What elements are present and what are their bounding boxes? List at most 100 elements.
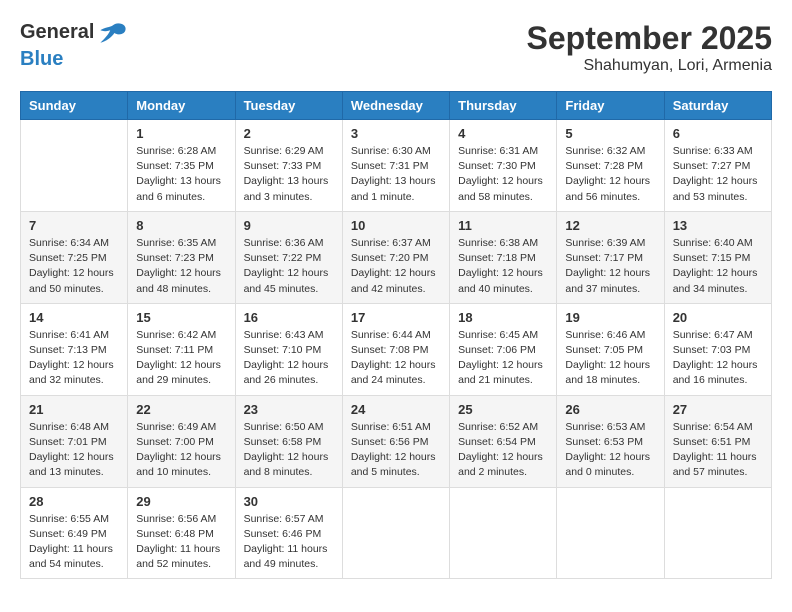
- day-number: 8: [136, 218, 226, 233]
- day-info: Sunrise: 6:41 AMSunset: 7:13 PMDaylight:…: [29, 328, 119, 389]
- day-number: 19: [565, 310, 655, 325]
- calendar-cell: 22Sunrise: 6:49 AMSunset: 7:00 PMDayligh…: [128, 395, 235, 487]
- calendar-cell: 29 Sunrise: 6:56 AMSunset: 6:48 PMDayligh…: [128, 487, 235, 579]
- day-number: 24: [351, 402, 441, 417]
- day-info: Sunrise: 6:37 AMSunset: 7:20 PMDaylight:…: [351, 236, 441, 297]
- day-info: Sunrise: 6:51 AMSunset: 6:56 PMDaylight:…: [351, 420, 441, 481]
- logo: General Blue: [20, 20, 127, 70]
- calendar-cell: 20 Sunrise: 6:47 AMSunset: 7:03 PMDayligh…: [664, 303, 771, 395]
- calendar-week-row: 1 Sunrise: 6:28 AMSunset: 7:35 PMDaylight…: [21, 120, 772, 212]
- day-info: Sunrise: 6:43 AMSunset: 7:10 PMDaylight:…: [244, 328, 334, 389]
- calendar-cell: 7 Sunrise: 6:34 AMSunset: 7:25 PMDaylight…: [21, 211, 128, 303]
- calendar-cell: 27Sunrise: 6:54 AMSunset: 6:51 PMDayligh…: [664, 395, 771, 487]
- day-number: 25: [458, 402, 548, 417]
- day-info: Sunrise: 6:36 AMSunset: 7:22 PMDaylight:…: [244, 236, 334, 297]
- day-number: 14: [29, 310, 119, 325]
- day-number: 26: [565, 402, 655, 417]
- calendar-cell: [664, 487, 771, 579]
- day-number: 2: [244, 126, 334, 141]
- calendar-cell: 2 Sunrise: 6:29 AMSunset: 7:33 PMDaylight…: [235, 120, 342, 212]
- day-info: Sunrise: 6:39 AMSunset: 7:17 PMDaylight:…: [565, 236, 655, 297]
- day-info: Sunrise: 6:56 AMSunset: 6:48 PMDaylight:…: [136, 512, 226, 573]
- calendar-cell: 5 Sunrise: 6:32 AMSunset: 7:28 PMDaylight…: [557, 120, 664, 212]
- day-number: 1: [136, 126, 226, 141]
- day-info: Sunrise: 6:28 AMSunset: 7:35 PMDaylight:…: [136, 144, 226, 205]
- day-info: Sunrise: 6:35 AMSunset: 7:23 PMDaylight:…: [136, 236, 226, 297]
- day-number: 4: [458, 126, 548, 141]
- calendar-cell: 6 Sunrise: 6:33 AMSunset: 7:27 PMDaylight…: [664, 120, 771, 212]
- calendar-cell: 30 Sunrise: 6:57 AMSunset: 6:46 PMDayligh…: [235, 487, 342, 579]
- day-info: Sunrise: 6:57 AMSunset: 6:46 PMDaylight:…: [244, 512, 334, 573]
- calendar-week-row: 28 Sunrise: 6:55 AMSunset: 6:49 PMDayligh…: [21, 487, 772, 579]
- day-number: 7: [29, 218, 119, 233]
- day-info: Sunrise: 6:33 AMSunset: 7:27 PMDaylight:…: [673, 144, 763, 205]
- day-info: Sunrise: 6:32 AMSunset: 7:28 PMDaylight:…: [565, 144, 655, 205]
- calendar-cell: [21, 120, 128, 212]
- calendar-cell: 8 Sunrise: 6:35 AMSunset: 7:23 PMDaylight…: [128, 211, 235, 303]
- calendar-cell: 14 Sunrise: 6:41 AMSunset: 7:13 PMDayligh…: [21, 303, 128, 395]
- day-info: Sunrise: 6:45 AMSunset: 7:06 PMDaylight:…: [458, 328, 548, 389]
- calendar-cell: 1 Sunrise: 6:28 AMSunset: 7:35 PMDaylight…: [128, 120, 235, 212]
- day-info: Sunrise: 6:38 AMSunset: 7:18 PMDaylight:…: [458, 236, 548, 297]
- day-info: Sunrise: 6:48 AMSunset: 7:01 PMDaylight:…: [29, 420, 119, 481]
- day-number: 3: [351, 126, 441, 141]
- day-number: 15: [136, 310, 226, 325]
- calendar-header-row: SundayMondayTuesdayWednesdayThursdayFrid…: [21, 92, 772, 120]
- month-title: September 2025: [527, 20, 772, 57]
- day-number: 12: [565, 218, 655, 233]
- calendar-cell: 9 Sunrise: 6:36 AMSunset: 7:22 PMDaylight…: [235, 211, 342, 303]
- day-info: Sunrise: 6:55 AMSunset: 6:49 PMDaylight:…: [29, 512, 119, 573]
- calendar-week-row: 14 Sunrise: 6:41 AMSunset: 7:13 PMDayligh…: [21, 303, 772, 395]
- calendar-cell: 15 Sunrise: 6:42 AMSunset: 7:11 PMDayligh…: [128, 303, 235, 395]
- logo-text: General Blue: [20, 20, 127, 70]
- day-info: Sunrise: 6:31 AMSunset: 7:30 PMDaylight:…: [458, 144, 548, 205]
- day-info: Sunrise: 6:53 AMSunset: 6:53 PMDaylight:…: [565, 420, 655, 481]
- logo-bird-icon: [99, 20, 127, 48]
- day-info: Sunrise: 6:50 AMSunset: 6:58 PMDaylight:…: [244, 420, 334, 481]
- day-info: Sunrise: 6:40 AMSunset: 7:15 PMDaylight:…: [673, 236, 763, 297]
- calendar-cell: 17 Sunrise: 6:44 AMSunset: 7:08 PMDayligh…: [342, 303, 449, 395]
- logo-blue-text: Blue: [20, 48, 127, 70]
- calendar-cell: 16 Sunrise: 6:43 AMSunset: 7:10 PMDayligh…: [235, 303, 342, 395]
- calendar-cell: 28 Sunrise: 6:55 AMSunset: 6:49 PMDayligh…: [21, 487, 128, 579]
- day-number: 30: [244, 494, 334, 509]
- day-header-saturday: Saturday: [664, 92, 771, 120]
- calendar-cell: 21Sunrise: 6:48 AMSunset: 7:01 PMDayligh…: [21, 395, 128, 487]
- day-number: 6: [673, 126, 763, 141]
- calendar-cell: 3 Sunrise: 6:30 AMSunset: 7:31 PMDaylight…: [342, 120, 449, 212]
- calendar-cell: [342, 487, 449, 579]
- calendar-week-row: 7 Sunrise: 6:34 AMSunset: 7:25 PMDaylight…: [21, 211, 772, 303]
- day-info: Sunrise: 6:34 AMSunset: 7:25 PMDaylight:…: [29, 236, 119, 297]
- day-header-monday: Monday: [128, 92, 235, 120]
- day-number: 18: [458, 310, 548, 325]
- day-number: 29: [136, 494, 226, 509]
- day-info: Sunrise: 6:42 AMSunset: 7:11 PMDaylight:…: [136, 328, 226, 389]
- day-info: Sunrise: 6:47 AMSunset: 7:03 PMDaylight:…: [673, 328, 763, 389]
- calendar-cell: 25Sunrise: 6:52 AMSunset: 6:54 PMDayligh…: [450, 395, 557, 487]
- day-number: 16: [244, 310, 334, 325]
- day-info: Sunrise: 6:44 AMSunset: 7:08 PMDaylight:…: [351, 328, 441, 389]
- logo-general-text: General: [20, 20, 127, 48]
- calendar-cell: 26 Sunrise: 6:53 AMSunset: 6:53 PMDayligh…: [557, 395, 664, 487]
- day-header-thursday: Thursday: [450, 92, 557, 120]
- day-header-wednesday: Wednesday: [342, 92, 449, 120]
- day-info: Sunrise: 6:29 AMSunset: 7:33 PMDaylight:…: [244, 144, 334, 205]
- day-number: 20: [673, 310, 763, 325]
- day-info: Sunrise: 6:30 AMSunset: 7:31 PMDaylight:…: [351, 144, 441, 205]
- day-header-tuesday: Tuesday: [235, 92, 342, 120]
- calendar-cell: 10Sunrise: 6:37 AMSunset: 7:20 PMDayligh…: [342, 211, 449, 303]
- calendar-cell: 13Sunrise: 6:40 AMSunset: 7:15 PMDayligh…: [664, 211, 771, 303]
- title-area: September 2025 Shahumyan, Lori, Armenia: [527, 20, 772, 75]
- calendar-week-row: 21Sunrise: 6:48 AMSunset: 7:01 PMDayligh…: [21, 395, 772, 487]
- location-title: Shahumyan, Lori, Armenia: [527, 57, 772, 75]
- calendar-cell: [450, 487, 557, 579]
- day-number: 22: [136, 402, 226, 417]
- day-number: 28: [29, 494, 119, 509]
- day-number: 5: [565, 126, 655, 141]
- calendar-table: SundayMondayTuesdayWednesdayThursdayFrid…: [20, 91, 772, 579]
- calendar-cell: 12 Sunrise: 6:39 AMSunset: 7:17 PMDayligh…: [557, 211, 664, 303]
- day-number: 11: [458, 218, 548, 233]
- day-info: Sunrise: 6:46 AMSunset: 7:05 PMDaylight:…: [565, 328, 655, 389]
- day-number: 17: [351, 310, 441, 325]
- day-number: 9: [244, 218, 334, 233]
